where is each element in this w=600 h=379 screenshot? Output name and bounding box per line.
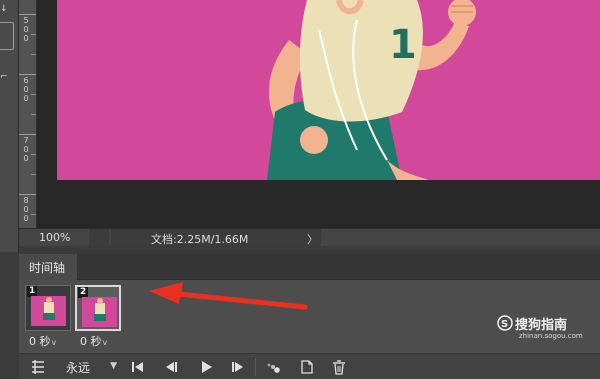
crop-tool-icon[interactable]: ⌐	[0, 72, 8, 82]
first-frame-icon[interactable]	[128, 358, 146, 376]
timeline-panel-header: 时间轴	[19, 254, 600, 280]
annotation-arrow	[149, 282, 308, 310]
status-menu-arrow-icon[interactable]: 〉	[307, 231, 318, 247]
trash-icon[interactable]	[330, 358, 348, 376]
chevron-down-icon: ▼	[110, 361, 117, 371]
photoshop-window: ↓ ⌐ 5 0 0 6 0 0 7 0 0 8 0 0 1 100% 文档:2.…	[0, 0, 600, 379]
frame-preview	[82, 297, 117, 327]
duplicate-frame-icon[interactable]	[298, 358, 316, 376]
loop-select[interactable]: 永远 ▼	[53, 357, 119, 377]
watermark-title: 搜狗指南	[515, 318, 568, 333]
runner-illustration: 1	[267, 0, 476, 180]
sogou-logo-icon: S	[497, 315, 513, 331]
ruler-label: 5 0 0	[23, 16, 29, 43]
frame-preview	[31, 296, 66, 326]
move-tool-icon[interactable]: ↓	[0, 4, 8, 14]
play-icon[interactable]	[197, 358, 215, 376]
tween-frames-icon[interactable]	[264, 358, 282, 376]
ruler-label: 6 0 0	[23, 76, 29, 103]
timeline-controls: 永远 ▼	[19, 353, 600, 379]
tool-strip: ↓ ⌐	[0, 0, 19, 252]
next-frame-icon[interactable]	[229, 358, 247, 376]
document-info: 文档:2.25M/1.66M	[111, 229, 321, 246]
status-bar: 100% 文档:2.25M/1.66M 〉	[19, 228, 600, 246]
chevron-down-icon: v	[51, 338, 57, 347]
jersey-number: 1	[389, 22, 417, 68]
tween-icon[interactable]	[29, 358, 47, 376]
zoom-level[interactable]: 100%	[39, 231, 70, 244]
svg-text:S: S	[501, 319, 508, 330]
tab-timeline[interactable]: 时间轴	[19, 254, 77, 280]
previous-frame-icon[interactable]	[162, 358, 180, 376]
selected-tool-slot[interactable]	[0, 22, 14, 50]
frame-delay-2[interactable]: 0 秒v	[80, 333, 107, 349]
ruler-label: 7 0 0	[23, 136, 29, 163]
document-canvas[interactable]: 1	[57, 0, 600, 180]
frame-thumbnail-2[interactable]: 2	[75, 285, 121, 331]
ruler-label: 8 0 0	[23, 196, 29, 223]
watermark-url: zhinan.sogou.com	[519, 332, 583, 340]
chevron-down-icon: v	[102, 338, 108, 347]
canvas-workspace[interactable]: 1	[37, 0, 600, 228]
vertical-ruler: 5 0 0 6 0 0 7 0 0 8 0 0	[19, 0, 37, 230]
frame-delay-1[interactable]: 0 秒v	[29, 333, 56, 349]
frame-thumbnail-1[interactable]: 1	[25, 285, 71, 331]
